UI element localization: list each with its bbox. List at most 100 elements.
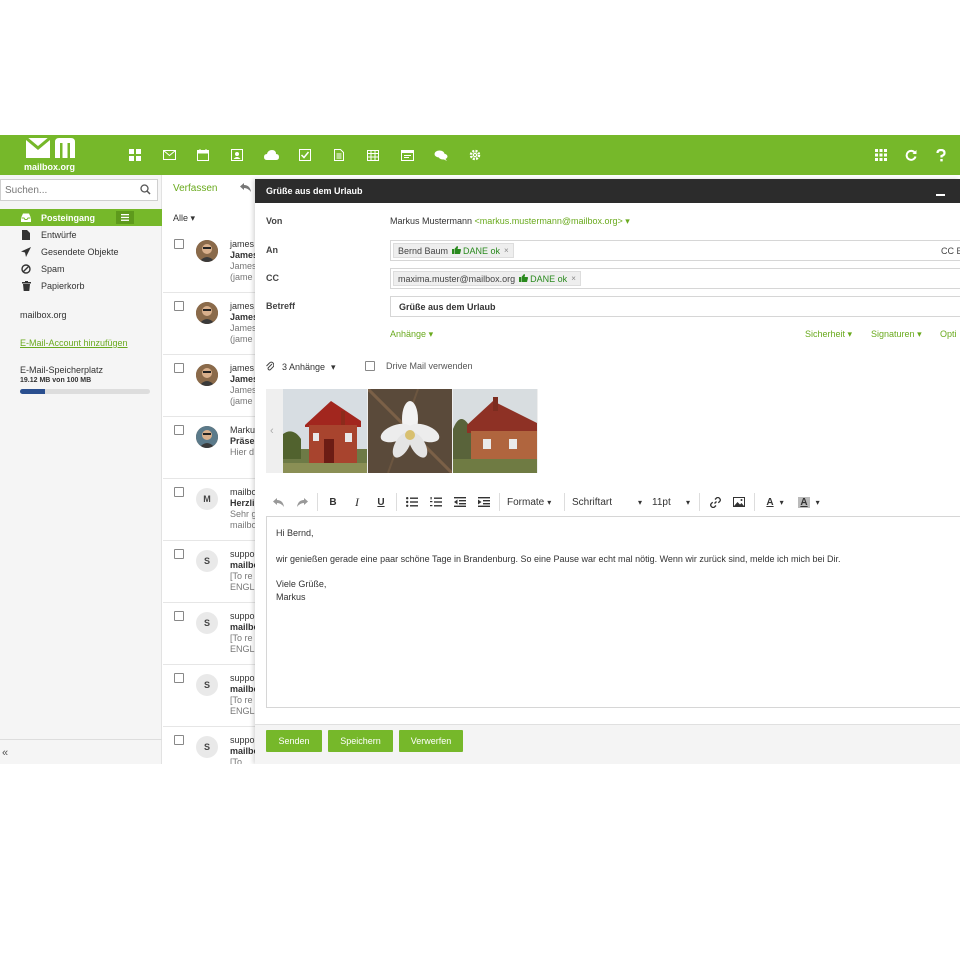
message-row[interactable]: james James James (jame <box>163 355 260 417</box>
undo-icon[interactable] <box>266 492 290 512</box>
help-icon[interactable] <box>926 144 956 166</box>
save-button[interactable]: Speichern <box>328 730 393 752</box>
signatures-dropdown[interactable]: Signaturen ▾ <box>871 329 922 340</box>
subject-input[interactable]: Grüße aus dem Urlaub <box>390 296 960 317</box>
message-checkbox[interactable] <box>174 363 184 373</box>
message-row[interactable]: Ssuppo mailbo [To re ENGL <box>163 541 260 603</box>
contacts-icon[interactable] <box>220 144 254 166</box>
cloud-icon[interactable] <box>254 144 288 166</box>
calendar-icon[interactable] <box>186 144 220 166</box>
folder-menu-icon[interactable] <box>116 211 134 224</box>
folder-trash[interactable]: Papierkorb <box>0 277 162 294</box>
account-name[interactable]: mailbox.org <box>20 310 67 320</box>
options-dropdown[interactable]: Opti <box>940 329 957 339</box>
recipient-token[interactable]: Bernd Baum DANE ok × <box>393 243 514 258</box>
message-checkbox[interactable] <box>174 487 184 497</box>
reply-icon[interactable] <box>240 183 251 195</box>
message-row[interactable]: james James James (jame <box>163 231 260 293</box>
attachment-thumbnail-house[interactable] <box>283 389 367 473</box>
font-size-dropdown[interactable]: 11pt ▾ <box>648 492 696 512</box>
security-dropdown[interactable]: Sicherheit ▾ <box>805 329 852 340</box>
body-closing: Viele Grüße, <box>276 579 327 589</box>
folder-sent[interactable]: Gesendete Objekte <box>0 243 162 260</box>
folder-spam[interactable]: Spam <box>0 260 162 277</box>
collapse-sidebar-button[interactable]: « <box>2 747 8 759</box>
message-checkbox[interactable] <box>174 611 184 621</box>
drive-mail-checkbox[interactable] <box>365 361 375 371</box>
message-subject: James <box>230 312 259 322</box>
minimize-icon[interactable] <box>936 194 945 196</box>
to-field[interactable]: Bernd Baum DANE ok × CC BC <box>390 240 960 261</box>
search-input[interactable]: Suchen... <box>0 179 158 201</box>
message-checkbox[interactable] <box>174 673 184 683</box>
bullet-list-icon[interactable] <box>400 492 424 512</box>
message-row[interactable]: Ssuppo mailbo [To <box>163 727 260 764</box>
formats-dropdown[interactable]: Formate ▾ <box>503 492 561 512</box>
spreadsheet-icon[interactable] <box>356 144 390 166</box>
logo[interactable]: mailbox.org <box>24 138 84 172</box>
attachments-toggle[interactable]: 3 Anhänge ▾ <box>266 361 336 373</box>
remove-icon[interactable]: × <box>571 274 576 283</box>
presentation-icon[interactable] <box>390 144 424 166</box>
folder-inbox[interactable]: Posteingang <box>0 209 162 226</box>
underline-icon[interactable]: U <box>369 492 393 512</box>
remove-icon[interactable]: × <box>504 246 509 255</box>
message-preview: [To re <box>230 571 253 581</box>
grid-icon[interactable] <box>866 144 896 166</box>
numbered-list-icon[interactable] <box>424 492 448 512</box>
message-checkbox[interactable] <box>174 549 184 559</box>
message-row[interactable]: Ssuppo mailbo [To re ENGL <box>163 665 260 727</box>
font-dropdown[interactable]: Schriftart ▾ <box>568 492 648 512</box>
message-preview: James <box>230 385 257 395</box>
message-row[interactable]: Marku Präse Hier d <box>163 417 260 479</box>
discard-button[interactable]: Verwerfen <box>399 730 463 752</box>
background-color-dropdown[interactable]: A ▾ <box>792 492 826 512</box>
cc-token[interactable]: maxima.muster@mailbox.org DANE ok × <box>393 271 581 286</box>
toolbar-separator <box>754 493 755 511</box>
indent-icon[interactable] <box>472 492 496 512</box>
attachment-thumbnail-flower[interactable] <box>368 389 452 473</box>
message-body-editor[interactable]: Hi Bernd, wir genießen gerade eine paar … <box>266 516 960 708</box>
search-icon[interactable] <box>140 184 151 198</box>
toolbar-separator <box>317 493 318 511</box>
chat-icon[interactable] <box>424 144 458 166</box>
link-icon[interactable] <box>703 492 727 512</box>
settings-icon[interactable] <box>458 144 492 166</box>
filter-dropdown[interactable]: Alle ▾ <box>173 213 195 224</box>
message-checkbox[interactable] <box>174 239 184 249</box>
inbox-icon <box>20 212 32 224</box>
document-icon[interactable] <box>322 144 356 166</box>
message-checkbox[interactable] <box>174 735 184 745</box>
attachment-thumbnail-cottage[interactable] <box>453 389 537 473</box>
from-field[interactable]: Markus Mustermann <markus.mustermann@mai… <box>390 216 630 227</box>
folder-list: Posteingang Entwürfe Gesendete Objekte S… <box>0 209 162 294</box>
chevron-left-icon[interactable]: ‹ <box>270 425 274 437</box>
drive-mail-option[interactable]: Drive Mail verwenden <box>365 361 473 371</box>
outdent-icon[interactable] <box>448 492 472 512</box>
attachments-dropdown[interactable]: Anhänge ▾ <box>390 329 433 340</box>
message-sender: mailbo <box>230 487 257 497</box>
apps-icon[interactable] <box>118 144 152 166</box>
cc-field[interactable]: maxima.muster@mailbox.org DANE ok × <box>390 268 960 289</box>
compose-button[interactable]: Verfassen <box>173 183 217 194</box>
message-row[interactable]: james James James (jame <box>163 293 260 355</box>
message-row[interactable]: Ssuppo mailbo [To re ENGL <box>163 603 260 665</box>
image-icon[interactable] <box>727 492 751 512</box>
bold-icon[interactable]: B <box>321 492 345 512</box>
message-row[interactable]: Mmailbo Herzli Sehr g mailbo <box>163 479 260 541</box>
logo-mark <box>26 138 77 160</box>
message-checkbox[interactable] <box>174 301 184 311</box>
message-checkbox[interactable] <box>174 425 184 435</box>
redo-icon[interactable] <box>290 492 314 512</box>
mail-icon[interactable] <box>152 144 186 166</box>
refresh-icon[interactable] <box>896 144 926 166</box>
message-rows: james James James (jame james James James (jame… <box>163 231 260 764</box>
italic-icon[interactable]: I <box>345 492 369 512</box>
cc-bcc-toggle[interactable]: CC BC <box>941 246 960 256</box>
message-preview: ENGL <box>230 582 255 592</box>
add-account-link[interactable]: E-Mail-Account hinzufügen <box>20 338 128 348</box>
folder-drafts[interactable]: Entwürfe <box>0 226 162 243</box>
tasks-icon[interactable] <box>288 144 322 166</box>
send-button[interactable]: Senden <box>266 730 322 752</box>
text-color-dropdown[interactable]: A ▾ <box>758 492 792 512</box>
